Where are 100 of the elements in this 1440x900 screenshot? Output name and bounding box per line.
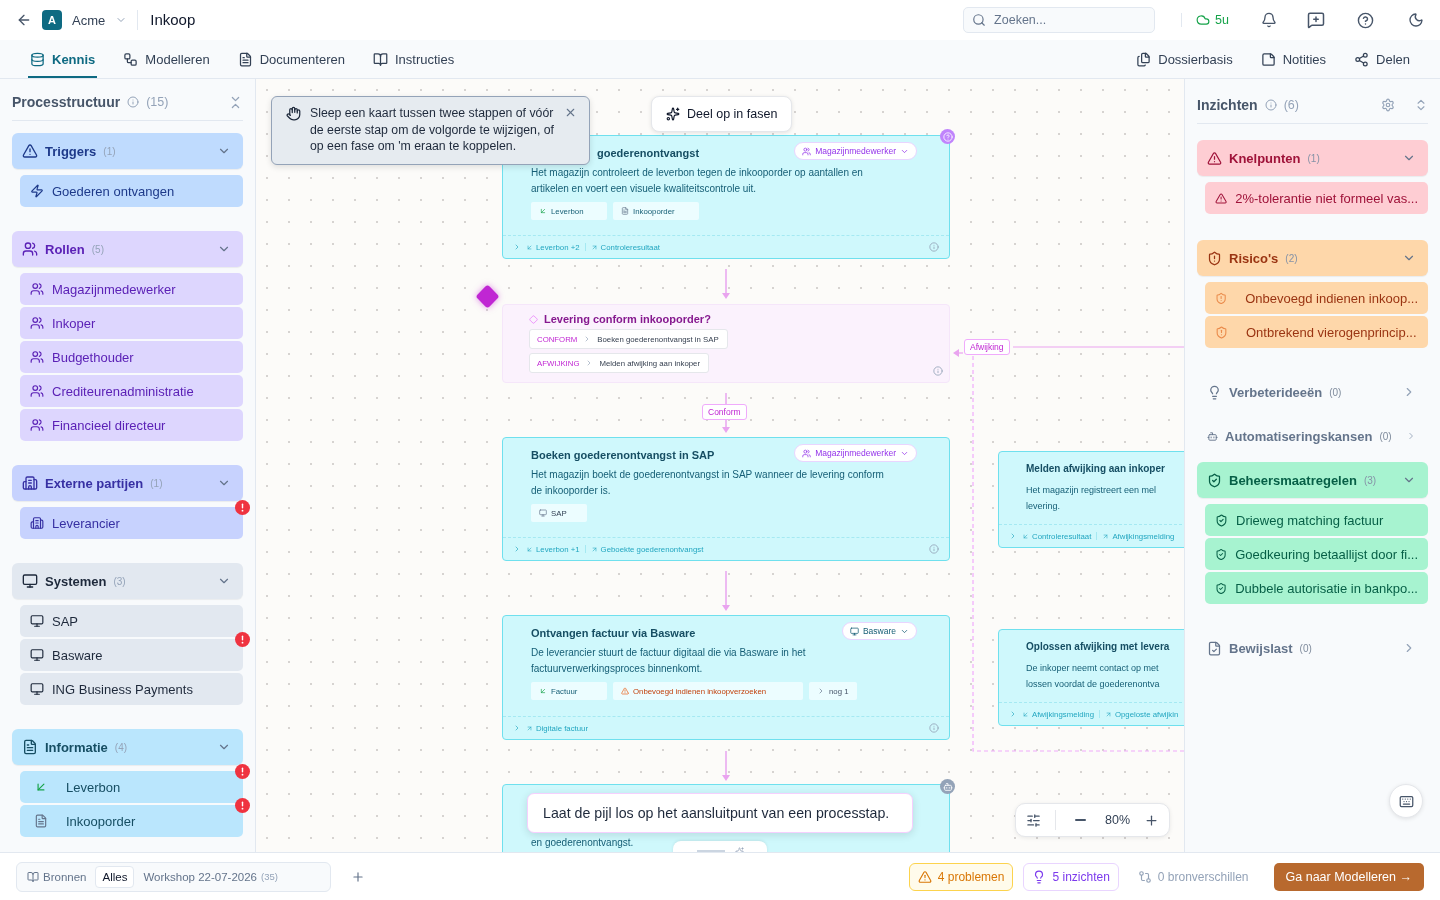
sidebar-item[interactable]: Basware [20,639,243,671]
insight-item[interactable]: 2%-tolerantie niet formeel vas... [1205,182,1428,214]
info-icon [1264,99,1277,111]
step-card[interactable] [502,615,950,740]
note-icon [1260,51,1276,67]
role-selector[interactable]: Magazijnmedewerker [794,142,917,160]
building-icon [30,516,44,530]
notifications-button[interactable] [1261,12,1277,28]
count-label: (1) [103,145,116,157]
book-icon [372,51,388,67]
sidebar-item[interactable]: Inkooporder [20,805,243,837]
theme-button[interactable] [1408,12,1424,28]
sidebar-item[interactable]: Crediteurenadministratie [20,375,243,407]
hand-icon [286,106,301,121]
insights-button[interactable]: 5 inzichten [1023,862,1119,891]
group-header[interactable]: Triggers (1) [12,133,243,169]
search-field[interactable]: Zoeken... [963,7,1156,33]
output-arrow-icon [1104,710,1112,718]
keyboard-button[interactable] [1389,784,1423,818]
group-header[interactable]: Bewijslast (0) [1197,630,1428,666]
toolbar-button[interactable]: Notities [1258,40,1329,78]
filter-tab[interactable]: Bronnen [20,865,94,888]
people-icon [22,241,38,257]
count-label: (2) [1285,252,1298,264]
group-header[interactable]: Automatiseringskansen (0) [1197,418,1428,454]
group-header[interactable]: Knelpunten (1) [1197,140,1428,176]
sidebar-item[interactable]: ING Business Payments [20,673,243,705]
insight-item[interactable]: Dubbele autorisatie in bankpo... [1205,572,1428,604]
people-icon [30,282,44,296]
insight-item[interactable]: Drieweg matching factuur [1205,504,1428,536]
shield-check-icon [1207,472,1222,488]
group-header[interactable]: Verbeterideeën (0) [1197,374,1428,410]
shield-icon [1215,325,1228,339]
sidebar-item[interactable]: Financieel directeur [20,409,243,441]
close-button[interactable] [564,106,577,119]
document-icon [22,739,38,755]
search-input[interactable]: Zoeken... [992,12,1147,28]
people-icon [30,350,44,364]
filter-tab[interactable]: Workshop 22-07-2026 (35) [136,865,285,888]
filter-tab[interactable]: Alles [95,865,135,888]
minus-icon [1075,819,1086,821]
sidebar-item[interactable]: Magazijnmedewerker [20,273,243,305]
group-header[interactable]: Systemen (3) [12,563,243,599]
connector-arrow [722,570,730,611]
step-description: Het magazijn boekt de goederenontvangst in SAP wanneer de levering conform de inkooporder is. [530,468,885,498]
next-step-button[interactable]: Ga naar Modelleren → [1273,862,1424,891]
sidebar-item[interactable]: Leverancier [20,507,243,539]
step-description: De leverancier stuurt de factuur digitaal die via Basware in het factuurverwerkingsproces binnenkomt. [530,646,807,676]
workspace-name[interactable]: Acme [72,12,106,28]
workflow-icon [123,51,139,67]
sidebar-item[interactable]: Goederen ontvangen [20,175,243,207]
toolbar-button[interactable]: Dossierbasis [1134,40,1235,78]
shield-check-icon [1215,547,1228,561]
document-icon [34,814,48,828]
group-header[interactable]: Externe partijen (1) [12,465,243,501]
sidebar-item[interactable]: SAP [20,605,243,637]
group-header[interactable]: Rollen (5) [12,231,243,267]
step-title: Ontvangen factuur via Basware [531,626,696,640]
sparkle-icon [666,107,680,121]
step-title: Oplossen afwijking met levera [1026,640,1170,654]
count-label: (0) [1379,430,1392,442]
group-header[interactable]: Beheersmaatregelen (3) [1197,462,1428,498]
hint-text: Sleep een kaart tussen twee stappen of vóór de eerste stap om de volgorde te wijzigen, of op een fase om 'm eraan te koppelen. [310,105,556,155]
toolbar-button[interactable]: Delen [1352,40,1412,78]
book-icon [27,870,39,883]
split-phases-button[interactable]: Deel op in fasen [651,96,793,132]
count-label: (6) [1283,98,1299,112]
diamond-handle[interactable] [475,284,500,309]
tab[interactable]: Instructies [370,40,457,78]
add-button[interactable] [351,869,365,884]
compare-icon [1137,869,1152,884]
system-selector[interactable]: Basware [841,622,917,640]
sidebar-item[interactable]: Leverbon [20,771,243,803]
input-arrow-icon [1022,532,1029,540]
feedback-button[interactable] [1307,11,1325,29]
keyboard-icon[interactable] [1398,793,1414,809]
insight-item[interactable]: Onbevoegd indienen inkoop... [1205,282,1428,314]
group-header[interactable]: Informatie (4) [12,729,243,765]
people-icon [802,146,812,156]
sidebar-item[interactable]: Inkoper [20,307,243,339]
group-header[interactable]: Risico's (2) [1197,240,1428,276]
count-label: (3) [1363,474,1377,486]
sidebar-item[interactable]: Budgethouder [20,341,243,373]
shield-check-icon [1215,513,1228,527]
people-icon [30,316,44,330]
connector-arrow [722,268,730,299]
warning-icon [621,687,629,695]
settings-button[interactable] [1026,812,1041,828]
tab[interactable]: Modelleren [121,40,212,78]
output-arrow-icon [526,724,533,732]
shield-icon [1215,291,1228,305]
role-selector[interactable]: Magazijnmedewerker [794,444,917,462]
zoom-in-button[interactable] [1144,812,1160,828]
tab[interactable]: Documenteren [235,40,347,78]
document-icon [237,51,253,67]
output-arrow-icon [590,545,598,553]
back-button[interactable] [16,12,32,28]
insight-item[interactable]: Ontbrekend vierogenprincip... [1205,316,1428,348]
insight-item[interactable]: Goedkeuring betaallijst door fi... [1205,538,1428,570]
help-button[interactable] [1357,11,1374,29]
